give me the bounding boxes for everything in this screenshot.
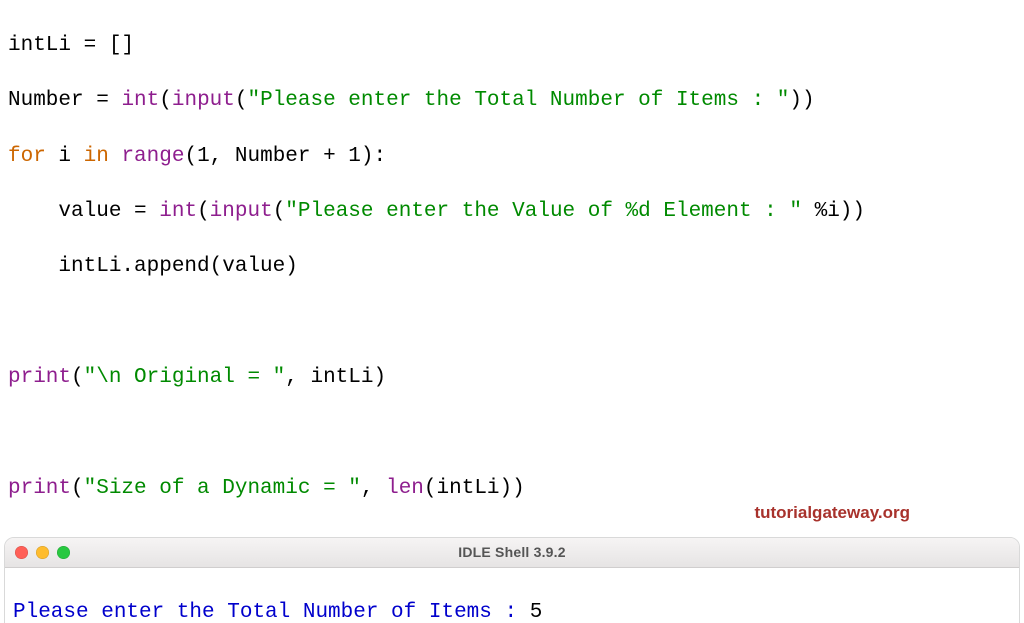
code-line: intLi.append(value) [8, 253, 1016, 281]
code-line: Number = int(input("Please enter the Tot… [8, 87, 1016, 115]
builtin-print: print [8, 366, 71, 389]
operator: = [134, 200, 147, 223]
builtin-print: print [8, 477, 71, 500]
operator: = [96, 89, 109, 112]
paren: ( [71, 477, 84, 500]
paren: ( [235, 89, 248, 112]
shell-line: Please enter the Total Number of Items :… [13, 599, 1011, 623]
paren: ( [71, 366, 84, 389]
paren: ( [273, 200, 286, 223]
statement: intLi.append(value) [8, 255, 298, 278]
code-line: print("\n Original = ", intLi) [8, 364, 1016, 392]
tail: %i)) [802, 200, 865, 223]
keyword-for: for [8, 145, 46, 168]
operator: = [84, 34, 97, 57]
builtin-int: int [121, 89, 159, 112]
shell-output[interactable]: Please enter the Total Number of Items :… [5, 568, 1019, 623]
builtin-input: input [210, 200, 273, 223]
string-literal: "Please enter the Total Number of Items … [247, 89, 789, 112]
code-editor[interactable]: intLi = [] Number = int(input("Please en… [0, 0, 1024, 531]
string-literal: "Size of a Dynamic = " [84, 477, 361, 500]
string-literal: "Please enter the Value of %d Element : … [285, 200, 802, 223]
identifier: Number [8, 89, 96, 112]
comma: , [361, 477, 386, 500]
tail: (intLi)) [424, 477, 525, 500]
tail: , intLi) [285, 366, 386, 389]
paren: ( [159, 89, 172, 112]
builtin-int: int [159, 200, 197, 223]
builtin-input: input [172, 89, 235, 112]
identifier: value [8, 200, 134, 223]
watermark-text: tutorialgateway.org [754, 502, 910, 524]
identifier: i [46, 145, 84, 168]
code-line: for i in range(1, Number + 1): [8, 143, 1016, 171]
prompt-text: Please enter the Total Number of Items : [13, 601, 530, 623]
literal: [] [96, 34, 134, 57]
identifier: intLi [8, 34, 84, 57]
string-literal: "\n Original = " [84, 366, 286, 389]
builtin-len: len [386, 477, 424, 500]
builtin-range: range [121, 145, 184, 168]
user-input: 5 [530, 601, 543, 623]
paren: )) [789, 89, 814, 112]
idle-shell-window: IDLE Shell 3.9.2 Please enter the Total … [4, 537, 1020, 623]
space [109, 89, 122, 112]
code-line: intLi = [] [8, 32, 1016, 60]
space [147, 200, 160, 223]
args: 1, Number + 1): [197, 145, 386, 168]
code-line: print("Size of a Dynamic = ", len(intLi)… [8, 475, 1016, 503]
keyword-in: in [84, 145, 109, 168]
space [109, 145, 122, 168]
window-title: IDLE Shell 3.9.2 [5, 543, 1019, 561]
paren: ( [197, 200, 210, 223]
paren: ( [184, 145, 197, 168]
code-line-blank [8, 420, 1016, 448]
code-line-blank [8, 309, 1016, 337]
window-titlebar[interactable]: IDLE Shell 3.9.2 [5, 538, 1019, 568]
code-line: value = int(input("Please enter the Valu… [8, 198, 1016, 226]
